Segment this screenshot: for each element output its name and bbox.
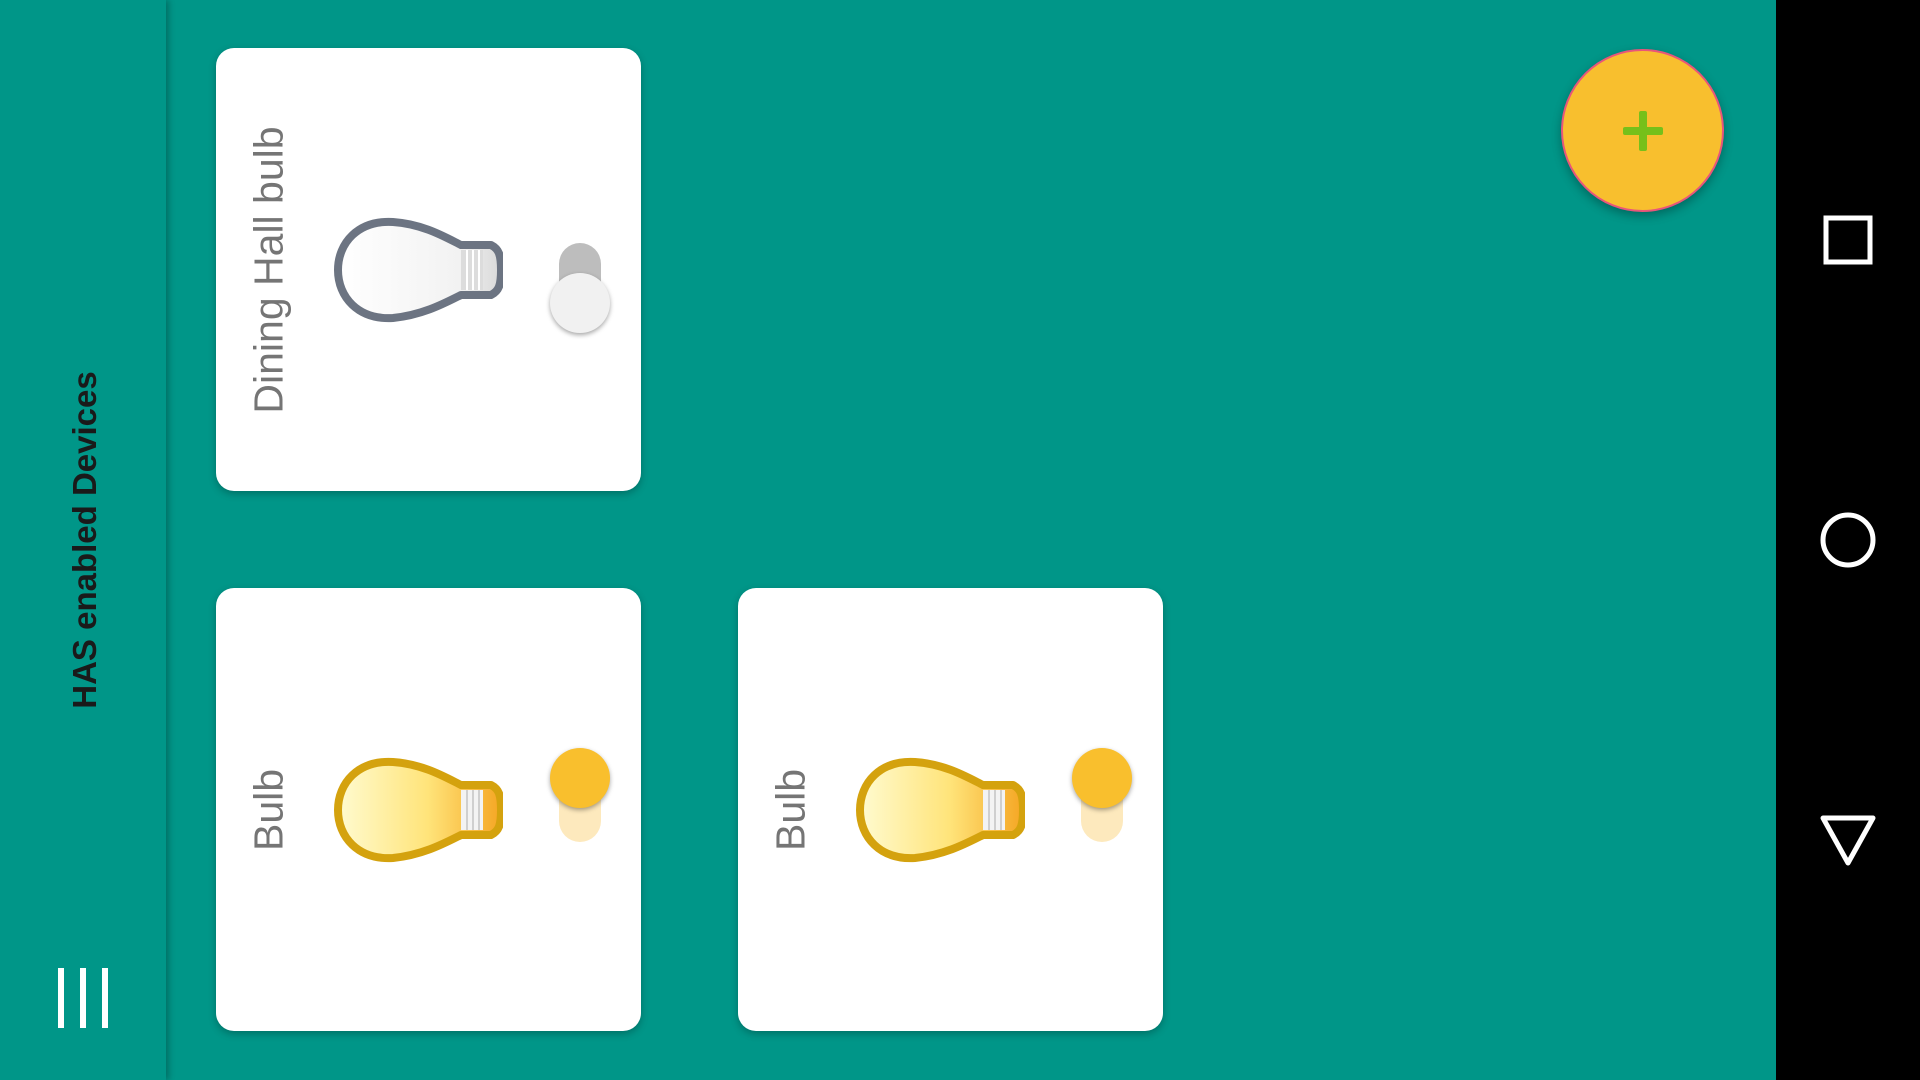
lightbulb-on-icon (856, 757, 1025, 863)
back-triangle-icon (1820, 815, 1876, 866)
device-toggle-switch[interactable] (547, 748, 613, 848)
device-card-bulb-2[interactable]: Bulb (738, 588, 1163, 1031)
device-toggle-switch[interactable] (547, 233, 613, 333)
menu-button[interactable] (58, 968, 108, 1028)
device-card-bulb-1[interactable]: Bulb (216, 588, 641, 1031)
recents-button[interactable] (1798, 190, 1898, 290)
lightbulb-off-icon (334, 217, 503, 323)
app-root: HAS enabled Devices Dining Hall bulb Bul… (0, 0, 1920, 1080)
plus-icon (1622, 110, 1663, 151)
device-card-dining-hall-bulb[interactable]: Dining Hall bulb (216, 48, 641, 491)
device-name: Dining Hall bulb (245, 126, 292, 414)
device-toggle-switch[interactable] (1069, 748, 1135, 848)
device-name: Bulb (767, 768, 814, 852)
lightbulb-on-icon (334, 757, 503, 863)
recents-square-icon (1823, 215, 1873, 265)
menu-icon (58, 968, 64, 1028)
device-name: Bulb (245, 768, 292, 852)
add-device-button[interactable] (1561, 49, 1724, 212)
home-circle-icon (1820, 512, 1876, 568)
back-button[interactable] (1798, 790, 1898, 890)
home-button[interactable] (1798, 490, 1898, 590)
app-toolbar: HAS enabled Devices (0, 0, 166, 1080)
system-nav-bar (1776, 0, 1920, 1080)
toolbar-title: HAS enabled Devices (66, 371, 103, 709)
